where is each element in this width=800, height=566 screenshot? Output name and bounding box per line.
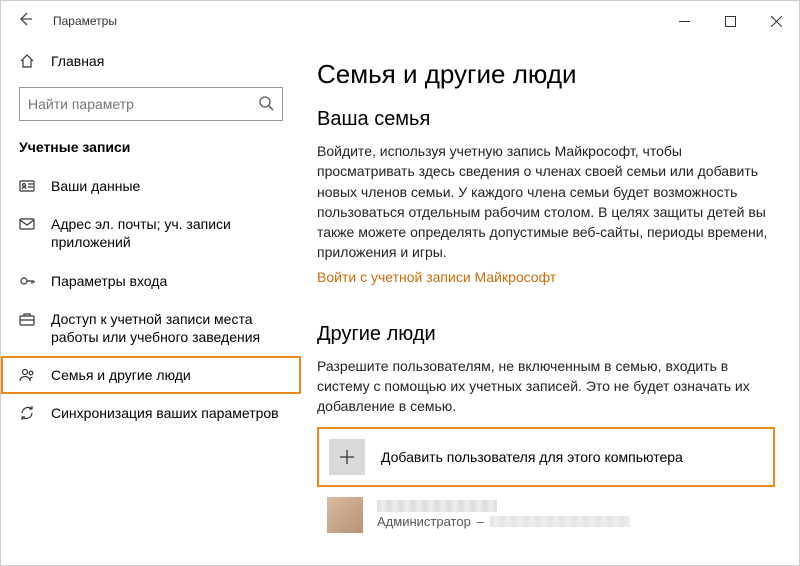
sidebar-item-email[interactable]: Адрес эл. почты; уч. записи приложений	[1, 205, 301, 261]
search-icon	[258, 95, 274, 114]
briefcase-icon	[19, 311, 37, 327]
user-text: Администратор –	[377, 500, 630, 529]
family-section-body: Войдите, используя учетную запись Майкро…	[317, 141, 775, 263]
sidebar-item-sync[interactable]: Синхронизация ваших параметров	[1, 394, 301, 432]
search-input[interactable]	[28, 96, 250, 112]
back-button[interactable]	[17, 11, 45, 32]
sidebar-item-label: Доступ к учетной записи места работы или…	[51, 310, 283, 346]
add-user-label: Добавить пользователя для этого компьюте…	[381, 449, 683, 465]
user-detail-redacted	[490, 516, 630, 527]
settings-window: Параметры Главная	[0, 0, 800, 566]
page-title: Семья и другие люди	[317, 59, 775, 90]
maximize-button[interactable]	[707, 5, 753, 37]
sidebar: Главная Учетные записи Ваши данные	[1, 41, 301, 565]
family-section-header: Ваша семья	[317, 108, 775, 131]
sidebar-item-family[interactable]: Семья и другие люди	[1, 356, 301, 394]
window-body: Главная Учетные записи Ваши данные	[1, 41, 799, 565]
user-name-redacted	[377, 500, 497, 512]
minimize-button[interactable]	[661, 5, 707, 37]
sidebar-section-header: Учетные записи	[1, 131, 301, 167]
search-container	[1, 77, 301, 131]
arrow-left-icon	[17, 11, 33, 27]
maximize-icon	[725, 16, 736, 27]
mail-icon	[19, 216, 37, 232]
key-icon	[19, 273, 37, 289]
minimize-icon	[679, 16, 690, 27]
signin-link[interactable]: Войти с учетной записи Майкрософт	[317, 269, 556, 285]
sidebar-item-label: Семья и другие люди	[51, 366, 191, 384]
close-button[interactable]	[753, 5, 799, 37]
user-entry[interactable]: Администратор –	[317, 487, 775, 533]
others-section-body: Разрешите пользователям, не включенным в…	[317, 356, 775, 417]
sidebar-home-label: Главная	[51, 53, 104, 69]
user-role-separator: –	[477, 514, 484, 529]
sidebar-item-label: Параметры входа	[51, 272, 167, 290]
sidebar-item-label: Синхронизация ваших параметров	[51, 404, 279, 422]
people-icon	[19, 367, 37, 383]
others-section-header: Другие люди	[317, 323, 775, 346]
sync-icon	[19, 405, 37, 421]
sidebar-item-your-info[interactable]: Ваши данные	[1, 167, 301, 205]
sidebar-item-label: Адрес эл. почты; уч. записи приложений	[51, 215, 283, 251]
close-icon	[771, 16, 782, 27]
sidebar-item-work-school[interactable]: Доступ к учетной записи места работы или…	[1, 300, 301, 356]
plus-icon	[329, 439, 365, 475]
sidebar-home[interactable]: Главная	[1, 45, 301, 77]
user-role: Администратор	[377, 514, 471, 529]
person-card-icon	[19, 178, 37, 194]
sidebar-item-label: Ваши данные	[51, 177, 140, 195]
sidebar-item-signin-options[interactable]: Параметры входа	[1, 262, 301, 300]
sidebar-nav: Ваши данные Адрес эл. почты; уч. записи …	[1, 167, 301, 433]
main-content: Семья и другие люди Ваша семья Войдите, …	[301, 41, 799, 565]
window-title: Параметры	[53, 14, 117, 28]
home-icon	[19, 53, 37, 69]
add-user-button[interactable]: Добавить пользователя для этого компьюте…	[317, 427, 775, 487]
titlebar: Параметры	[1, 1, 799, 41]
search-box[interactable]	[19, 87, 283, 121]
avatar	[327, 497, 363, 533]
